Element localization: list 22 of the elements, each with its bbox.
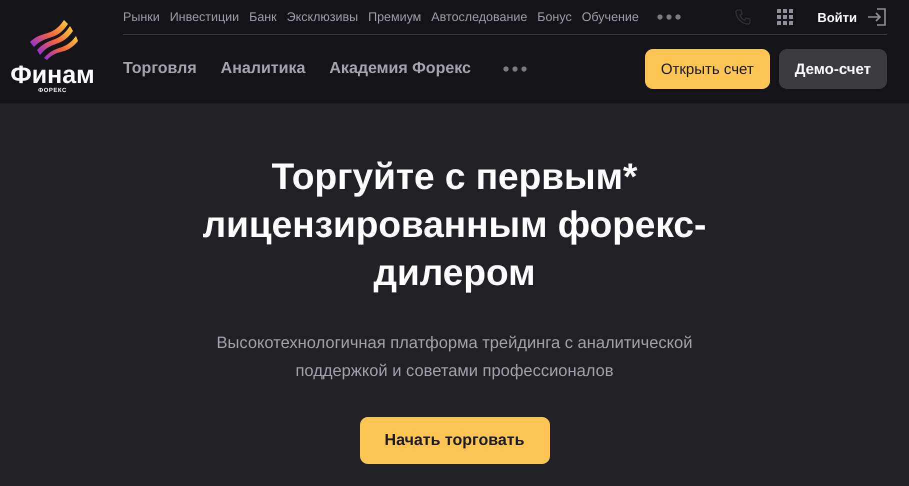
more-icon[interactable]	[656, 14, 681, 20]
nav-link[interactable]: Автоследование	[431, 10, 528, 24]
demo-account-button[interactable]: Демо-счет	[778, 49, 887, 89]
login-link[interactable]: Войти	[817, 10, 857, 24]
nav-link[interactable]: Эксклюзивы	[286, 10, 358, 24]
grid-icon[interactable]	[777, 9, 794, 25]
nav-link[interactable]: Торговля	[123, 60, 197, 78]
nav-link[interactable]: Банк	[249, 10, 277, 24]
more-icon[interactable]	[502, 66, 527, 72]
hero-title: Торгуйте с первым* лицензированным форекс-дилером	[202, 155, 708, 295]
nav-link[interactable]: Премиум	[368, 10, 422, 24]
login-icon[interactable]	[867, 8, 887, 26]
start-trading-button[interactable]: Начать торговать	[360, 417, 550, 464]
nav-link[interactable]: Обучение	[582, 10, 639, 24]
nav-link[interactable]: Рынки	[123, 10, 160, 24]
open-account-button[interactable]: Открыть счет	[644, 49, 770, 89]
nav-link[interactable]: Инвестиции	[170, 10, 240, 24]
nav-link[interactable]: Аналитика	[220, 60, 306, 78]
hero-subtitle: Высокотехнологичная платформа трейдинга с аналитической поддержкой и советами профессионалов	[216, 333, 694, 382]
nav-link[interactable]: Бонус	[537, 10, 572, 24]
logo-text[interactable]: Финам	[10, 62, 95, 88]
nav-link[interactable]: Академия Форекс	[329, 60, 471, 78]
